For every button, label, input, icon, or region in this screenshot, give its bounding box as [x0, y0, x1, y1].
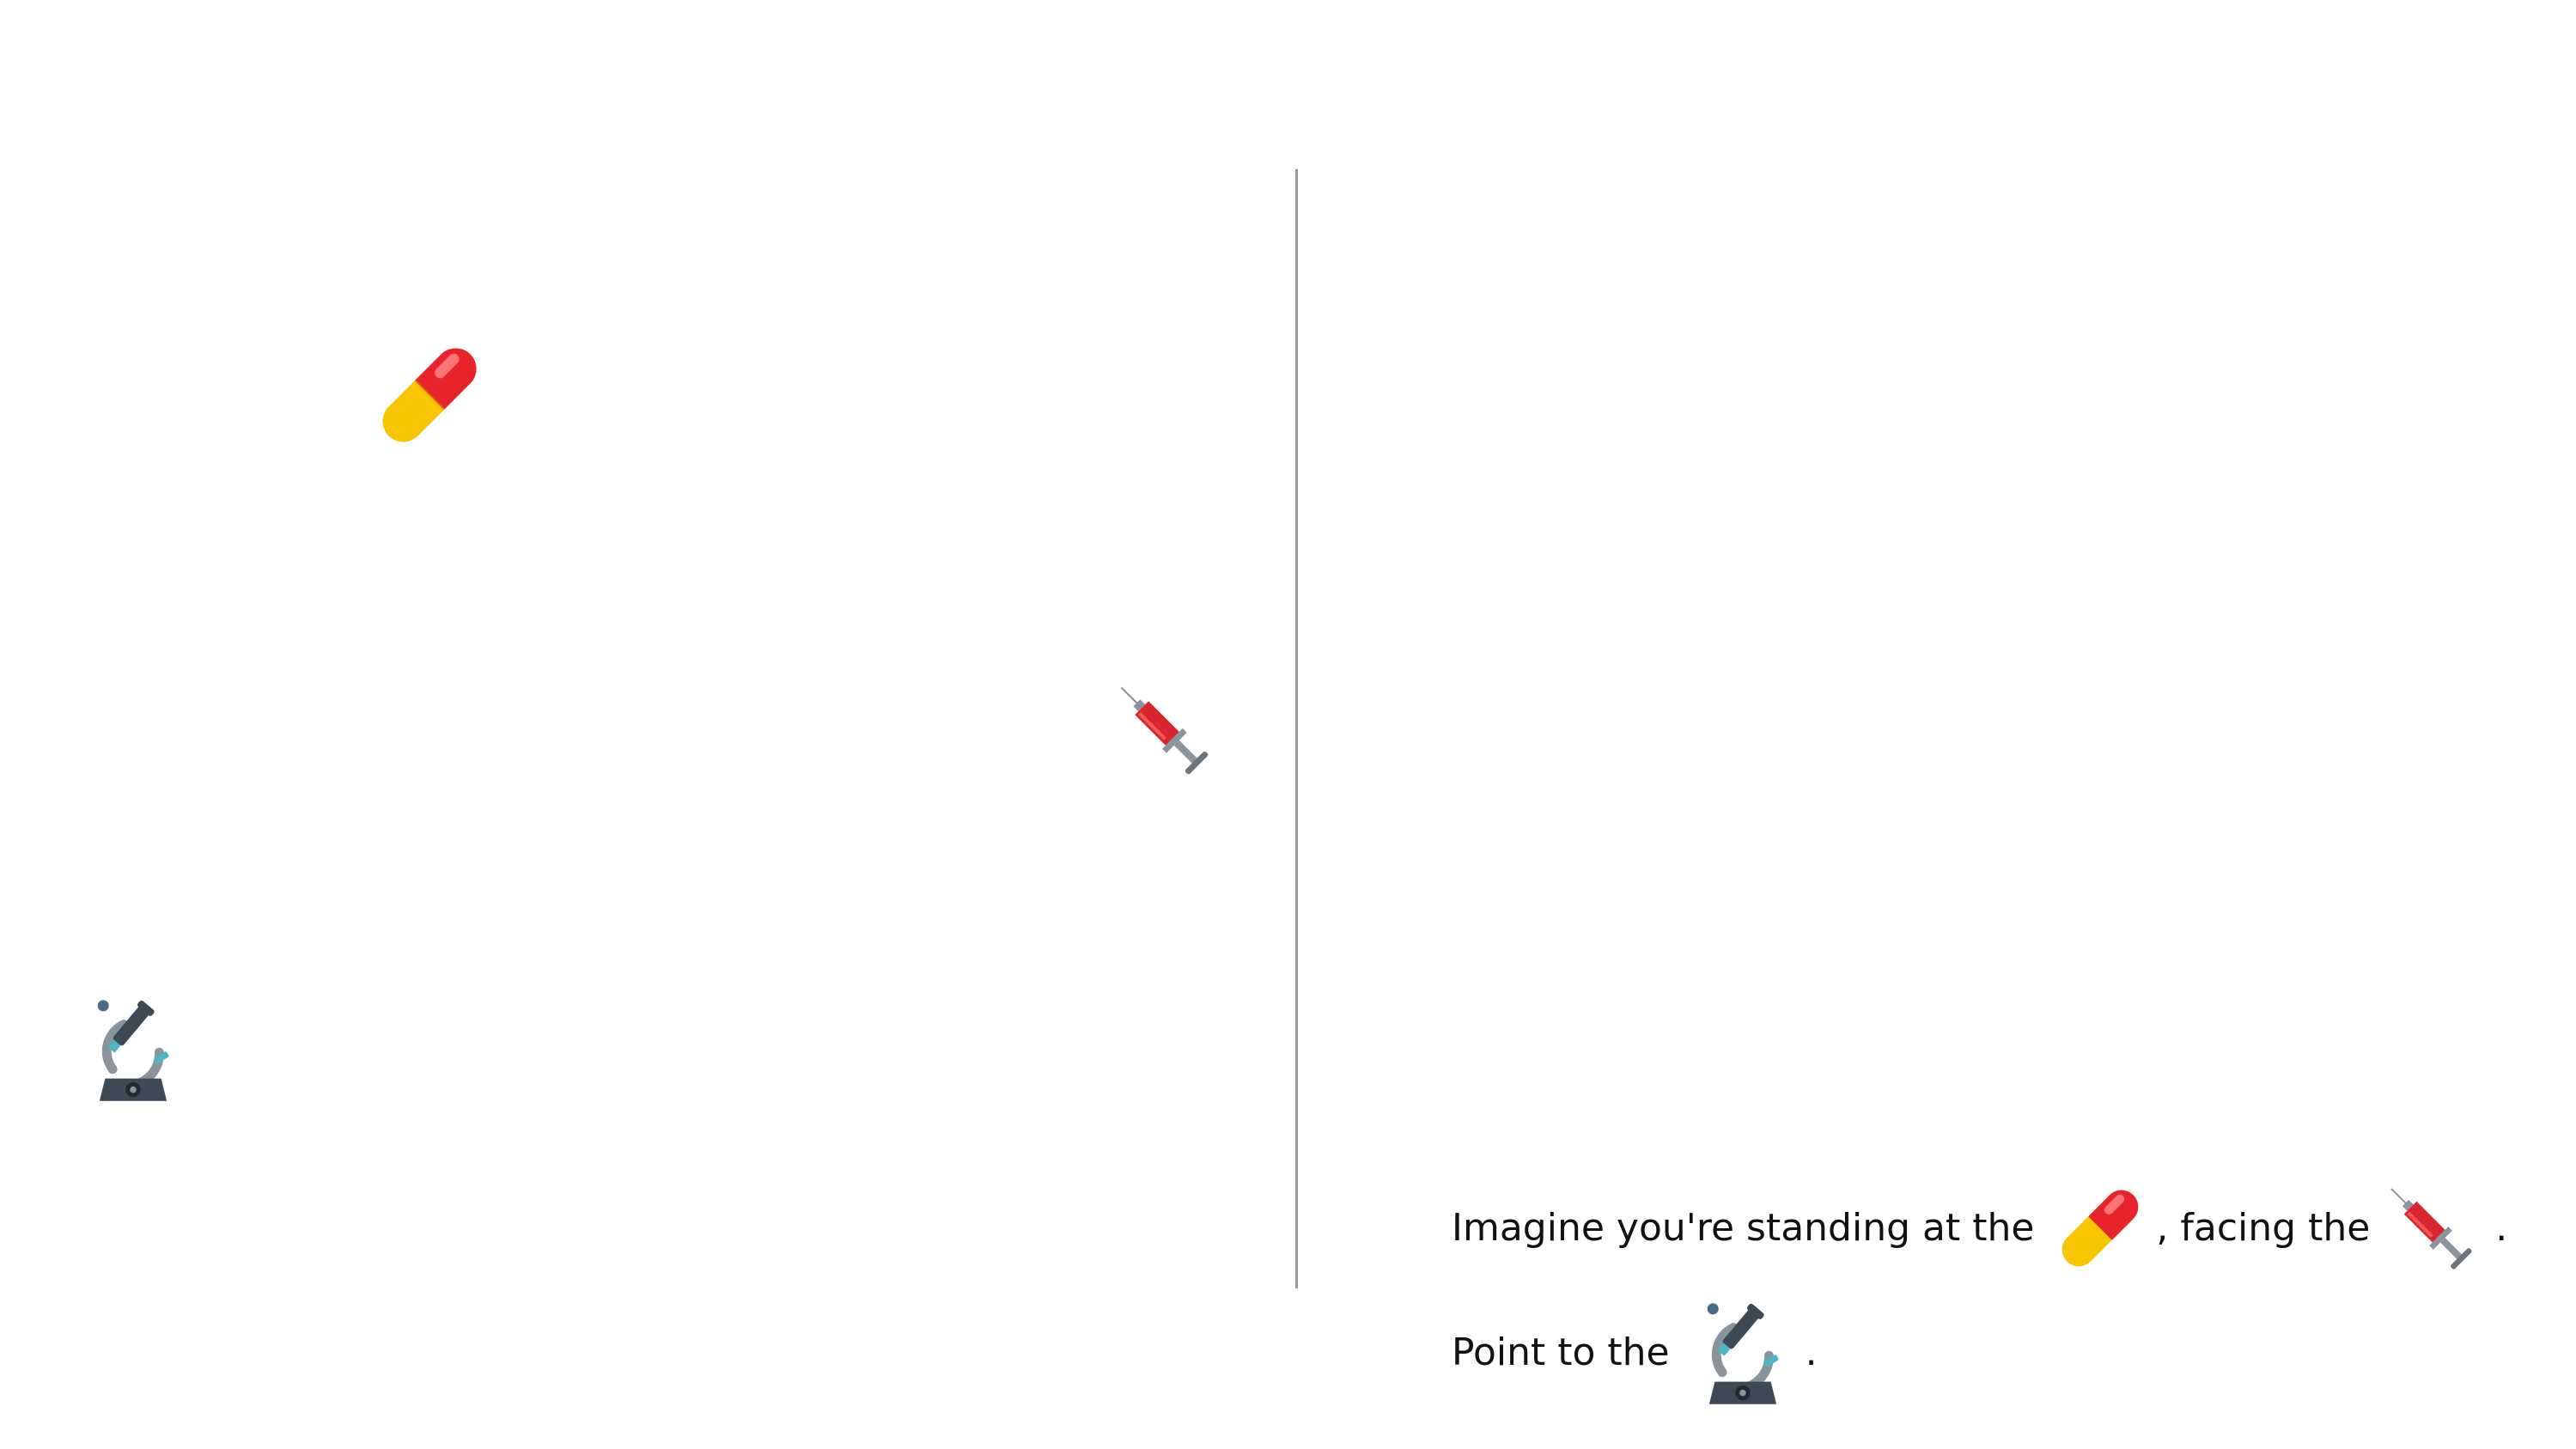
- microscope-icon: [1707, 1302, 1779, 1404]
- pill-icon: [2062, 1190, 2139, 1267]
- microscope-icon: [97, 1000, 169, 1101]
- syringe-icon: [1120, 686, 1209, 775]
- panel-divider: [1295, 169, 1298, 1288]
- instruction-text-facing: , facing the: [2156, 1206, 2371, 1250]
- pill-icon: [382, 348, 477, 442]
- instruction-line-1: Imagine you're standing at the , facing …: [1452, 1168, 2507, 1288]
- instruction-line-2: Point to the .: [1452, 1297, 1818, 1409]
- question-text-start: Point to the: [1452, 1330, 1670, 1374]
- syringe-icon: [2390, 1188, 2472, 1269]
- scene-panel: [0, 0, 1288, 1449]
- instruction-text-start: Imagine you're standing at the: [1452, 1206, 2035, 1250]
- instruction-panel: Imagine you're standing at the , facing …: [1452, 0, 2560, 1449]
- question-text-end: .: [1805, 1330, 1818, 1374]
- instruction-text-end: .: [2495, 1206, 2508, 1250]
